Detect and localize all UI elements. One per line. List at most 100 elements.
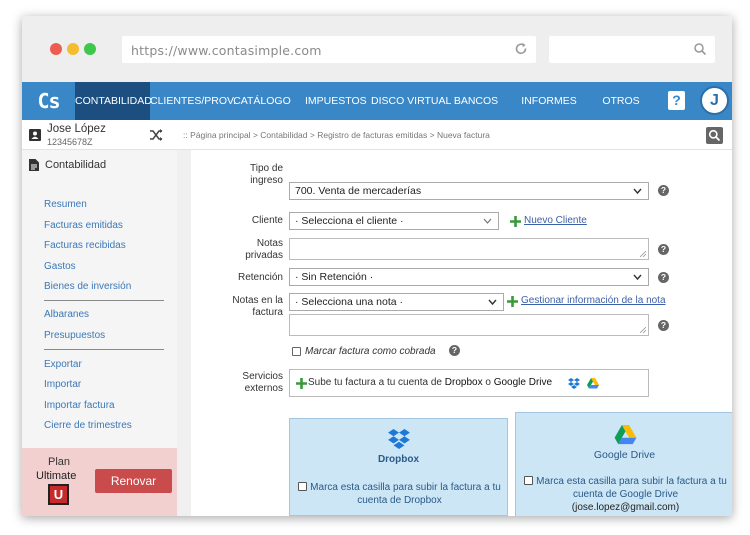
google-drive-card-text[interactable]: Marca esta casilla para subir la factura… bbox=[520, 475, 731, 514]
new-invoice-form: Tipo de ingreso 700. Venta de mercadería… bbox=[191, 150, 732, 516]
tipo-ingreso-help-icon[interactable]: ? bbox=[658, 185, 669, 196]
search-icon bbox=[694, 43, 707, 56]
plan-box: Plan Ultimate U Renovar bbox=[22, 448, 177, 516]
user-card-icon bbox=[29, 129, 41, 141]
sidebar-section-label: Contabilidad bbox=[45, 159, 107, 171]
servicios-externos-text: Sube tu factura a tu cuenta de Dropbox o… bbox=[308, 377, 552, 388]
user-tax-id: 12345678Z bbox=[47, 137, 93, 147]
chevron-down-icon bbox=[633, 188, 642, 195]
sidebar-item-exportar[interactable]: Exportar bbox=[44, 359, 82, 370]
nota-value: · Selecciona una nota · bbox=[295, 296, 403, 308]
gdrive-account-email: (jose.lopez@gmail.com) bbox=[571, 502, 680, 513]
dropbox-icon bbox=[388, 429, 410, 449]
sidebar-item-cierre-trimestres[interactable]: Cierre de trimestres bbox=[44, 420, 132, 431]
reload-icon[interactable] bbox=[514, 42, 528, 56]
notas-factura-help-icon[interactable]: ? bbox=[658, 320, 669, 331]
gdrive-upload-checkbox[interactable] bbox=[524, 476, 534, 485]
user-avatar[interactable]: J bbox=[700, 86, 729, 115]
google-drive-icon bbox=[614, 425, 637, 445]
nav-contabilidad[interactable]: CONTABILIDAD bbox=[75, 82, 152, 120]
servicios-externos-label-line2: externos bbox=[244, 383, 283, 394]
resize-handle-icon[interactable] bbox=[640, 327, 646, 333]
tipo-ingreso-label-line2: ingreso bbox=[250, 175, 283, 186]
nota-select[interactable]: · Selecciona una nota · bbox=[289, 293, 504, 311]
nav-disco-virtual[interactable]: DISCO VIRTUAL bbox=[371, 82, 451, 120]
svc-dropbox: Dropbox bbox=[444, 377, 483, 388]
dropbox-card-text[interactable]: Marca esta casilla para subir la factura… bbox=[294, 481, 505, 507]
retencion-label: Retención bbox=[237, 272, 283, 283]
notas-privadas-textarea[interactable] bbox=[289, 238, 649, 260]
maximize-window-button[interactable] bbox=[84, 43, 96, 55]
marcar-cobrada-label[interactable]: Marcar factura como cobrada bbox=[305, 346, 436, 357]
address-url: https://www.contasimple.com bbox=[131, 43, 322, 58]
dropbox-card-text-line1: Marca esta casilla para subir la factura… bbox=[310, 482, 501, 493]
renew-button[interactable]: Renovar bbox=[95, 469, 172, 493]
browser-window: https://www.contasimple.com Cs CONTABILI… bbox=[22, 16, 732, 516]
address-bar[interactable]: https://www.contasimple.com bbox=[122, 36, 536, 63]
page-search-button[interactable] bbox=[706, 127, 723, 144]
nav-informes[interactable]: INFORMES bbox=[519, 82, 579, 120]
google-drive-card-title: Google Drive bbox=[593, 449, 656, 461]
svc-or: o bbox=[482, 377, 494, 388]
dropbox-icon bbox=[568, 378, 580, 389]
marcar-cobrada-checkbox[interactable] bbox=[292, 347, 301, 356]
notas-privadas-label-line2: privadas bbox=[245, 250, 283, 261]
notas-factura-label-line2: factura bbox=[252, 307, 283, 318]
help-button[interactable]: ? bbox=[668, 91, 685, 110]
search-icon bbox=[708, 129, 721, 142]
sidebar-item-facturas-recibidas[interactable]: Facturas recibidas bbox=[44, 240, 126, 251]
breadcrumb-bar: :: Página principal > Contabilidad > Reg… bbox=[177, 120, 732, 150]
retencion-value: · Sin Retención · bbox=[295, 271, 374, 283]
nav-bancos[interactable]: BANCOS bbox=[452, 82, 500, 120]
browser-search-box[interactable] bbox=[549, 36, 715, 63]
notas-privadas-label: Notas privadas bbox=[201, 238, 283, 262]
plan-label: Plan bbox=[48, 456, 71, 468]
sidebar-item-gastos[interactable]: Gastos bbox=[44, 261, 76, 272]
sidebar-item-presupuestos[interactable]: Presupuestos bbox=[44, 330, 105, 341]
breadcrumb[interactable]: :: Página principal > Contabilidad > Reg… bbox=[183, 130, 490, 140]
gdrive-card-text-line1: Marca esta casilla para subir la factura… bbox=[536, 476, 727, 487]
chevron-down-icon bbox=[483, 218, 492, 224]
notas-factura-label: Notas en la factura bbox=[201, 295, 283, 319]
document-icon bbox=[29, 159, 39, 171]
user-name: Jose López bbox=[47, 123, 106, 135]
servicios-externos-label: Servicios externos bbox=[201, 371, 283, 395]
sidebar-divider bbox=[44, 349, 164, 350]
dropbox-upload-checkbox[interactable] bbox=[298, 482, 308, 491]
contasimple-logo[interactable]: Cs bbox=[22, 82, 75, 120]
retencion-help-icon[interactable]: ? bbox=[658, 272, 669, 283]
nav-impuestos[interactable]: IMPUESTOS bbox=[305, 82, 367, 120]
tipo-ingreso-select[interactable]: 700. Venta de mercaderías bbox=[289, 182, 649, 200]
tipo-ingreso-value: 700. Venta de mercaderías bbox=[295, 185, 422, 197]
sidebar-item-resumen[interactable]: Resumen bbox=[44, 199, 87, 210]
google-drive-card: Google Drive Marca esta casilla para sub… bbox=[515, 412, 732, 516]
sidebar-item-importar[interactable]: Importar bbox=[44, 379, 81, 390]
nav-otros[interactable]: OTROS bbox=[597, 82, 645, 120]
svc-prefix: Sube tu factura a tu cuenta de bbox=[308, 377, 445, 388]
resize-handle-icon[interactable] bbox=[640, 251, 646, 257]
sidebar-item-bienes-inversion[interactable]: Bienes de inversión bbox=[44, 281, 131, 292]
cliente-value: · Selecciona el cliente · bbox=[295, 215, 404, 227]
marcar-cobrada-help-icon[interactable]: ? bbox=[449, 345, 460, 356]
browser-chrome: https://www.contasimple.com bbox=[22, 16, 732, 82]
servicios-externos-box[interactable]: Sube tu factura a tu cuenta de Dropbox o… bbox=[289, 369, 649, 397]
nav-clientes[interactable]: CLIENTES/PROV. bbox=[150, 82, 236, 120]
sidebar-item-albaranes[interactable]: Albaranes bbox=[44, 309, 89, 320]
minimize-window-button[interactable] bbox=[67, 43, 79, 55]
chevron-down-icon bbox=[633, 274, 642, 281]
sidebar-item-importar-factura[interactable]: Importar factura bbox=[44, 400, 115, 411]
nav-catalogo[interactable]: CATÁLOGO bbox=[232, 82, 292, 120]
close-window-button[interactable] bbox=[50, 43, 62, 55]
switch-company-icon[interactable] bbox=[149, 128, 163, 142]
nuevo-cliente-link[interactable]: Nuevo Cliente bbox=[524, 215, 587, 226]
cliente-select[interactable]: · Selecciona el cliente · bbox=[289, 212, 499, 230]
retencion-select[interactable]: · Sin Retención · bbox=[289, 268, 649, 286]
sidebar-item-facturas-emitidas[interactable]: Facturas emitidas bbox=[44, 220, 123, 231]
dropbox-card-title: Dropbox bbox=[377, 454, 420, 465]
plan-badge: U bbox=[48, 484, 69, 505]
notas-factura-textarea[interactable] bbox=[289, 314, 649, 336]
sidebar-section-header[interactable]: Contabilidad bbox=[29, 159, 106, 171]
gestionar-nota-link[interactable]: Gestionar información de la nota bbox=[521, 295, 666, 306]
dropbox-card-text-line2: cuenta de Dropbox bbox=[357, 495, 442, 506]
notas-privadas-help-icon[interactable]: ? bbox=[658, 244, 669, 255]
